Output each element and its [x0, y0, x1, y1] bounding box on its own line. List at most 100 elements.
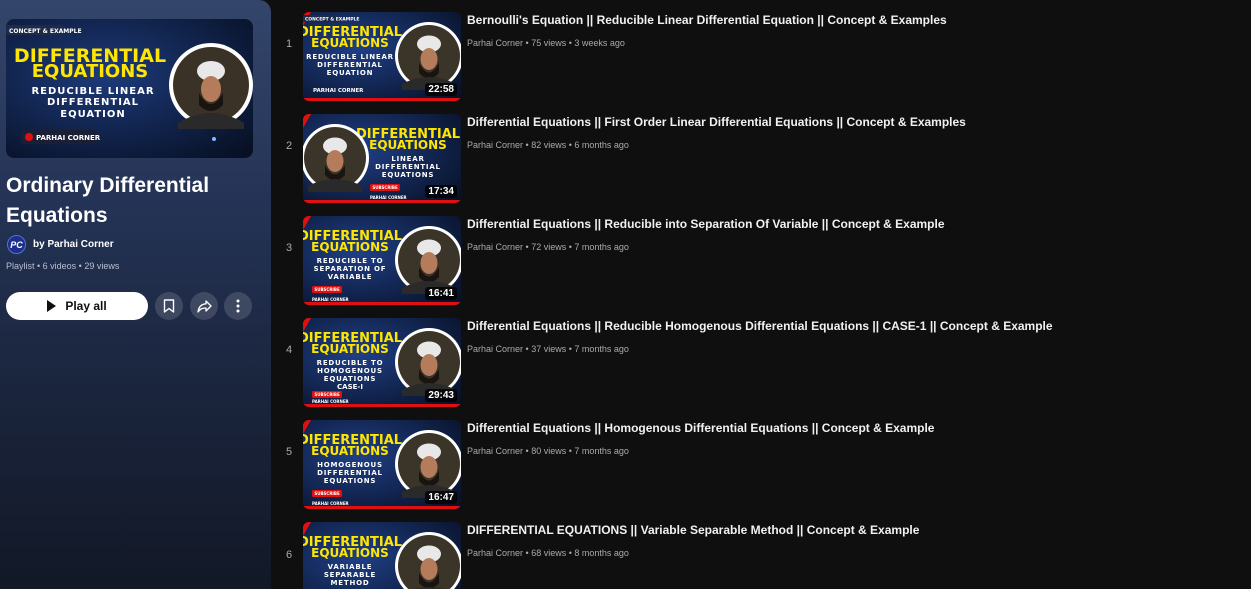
thumb-sub1: HOMOGENOUS: [317, 461, 383, 469]
video-channel[interactable]: Parhai Corner: [467, 446, 523, 456]
video-meta: Parhai Corner • 72 views • 7 months ago: [467, 242, 629, 252]
thumb-subscribe: SUBSCRIBE: [372, 185, 398, 190]
thumb-sub3: EQUATIONS: [324, 477, 377, 485]
playlist-header-panel: CONCEPT & EXAMPLE DIFFERENTIAL EQUATIONS…: [0, 0, 271, 589]
video-thumbnail[interactable]: DIFFERENTIAL EQUATIONS VARIABLE SEPARABL…: [303, 522, 461, 589]
playlist-title: Ordinary Differential Equations: [6, 174, 210, 227]
playlist-meta: Playlist • 6 videos • 29 views: [6, 261, 120, 271]
video-duration: 16:47: [425, 491, 457, 504]
thumb-sub1: REDUCIBLE LINEAR: [306, 53, 394, 61]
video-title[interactable]: Bernoulli's Equation || Reducible Linear…: [467, 13, 947, 27]
thumb-line2: EQUATIONS: [311, 444, 389, 458]
video-channel[interactable]: Parhai Corner: [467, 38, 523, 48]
watch-progress-bar: [303, 302, 461, 305]
watch-progress-bar: [303, 404, 461, 407]
video-stats: 72 views • 7 months ago: [531, 242, 629, 252]
video-duration: 22:58: [425, 83, 457, 96]
video-channel[interactable]: Parhai Corner: [467, 140, 523, 150]
playlist-video-row[interactable]: 5 DIFFERENTIAL EQUATIONS HOMOGENOUS DIFF…: [272, 420, 1232, 514]
video-title[interactable]: DIFFERENTIAL EQUATIONS || Variable Separ…: [467, 523, 919, 537]
thumb-sub2: HOMOGENOUS: [317, 367, 383, 375]
thumb-sub3: VARIABLE: [328, 273, 373, 281]
thumb-sub1: LINEAR: [391, 155, 424, 163]
play-icon: [47, 300, 57, 312]
thumb-sub2: DIFFERENTIAL: [375, 163, 441, 171]
thumb-sub2: DIFFERENTIAL: [317, 469, 383, 477]
owner-name[interactable]: by Parhai Corner: [33, 239, 114, 250]
video-index: 6: [285, 549, 293, 561]
play-all-label: Play all: [65, 299, 107, 313]
watch-progress-bar: [303, 506, 461, 509]
thumb-sub2: SEPARABLE: [324, 571, 376, 579]
hero-line2: EQUATIONS: [32, 61, 149, 82]
video-index: 4: [285, 344, 293, 356]
thumbnail-art: DIFFERENTIAL EQUATIONS VARIABLE SEPARABL…: [303, 522, 461, 589]
save-playlist-icon: [163, 299, 175, 313]
more-options-icon: [236, 299, 240, 313]
playlist-video-row[interactable]: 2 DIFFERENTIAL EQUATIONS LINEAR DIFFEREN…: [272, 114, 1232, 208]
video-thumbnail[interactable]: DIFFERENTIAL EQUATIONS LINEAR DIFFERENTI…: [303, 114, 461, 203]
video-thumbnail[interactable]: CONCEPT & EXAMPLE DIFFERENTIAL EQUATIONS…: [303, 12, 461, 101]
video-channel[interactable]: Parhai Corner: [467, 548, 523, 558]
playlist-hero-thumbnail[interactable]: CONCEPT & EXAMPLE DIFFERENTIAL EQUATIONS…: [6, 19, 253, 158]
thumb-sub3: METHOD: [331, 579, 370, 587]
thumb-subscribe: SUBSCRIBE: [314, 287, 340, 292]
thumb-subscribe: SUBSCRIBE: [314, 491, 340, 496]
video-stats: 68 views • 8 months ago: [531, 548, 629, 558]
video-title[interactable]: Differential Equations || Reducible Homo…: [467, 319, 1053, 333]
video-title[interactable]: Differential Equations || First Order Li…: [467, 115, 966, 129]
hero-brand: PARHAI CORNER: [36, 134, 101, 142]
thumb-sub1: REDUCIBLE TO: [317, 257, 384, 265]
share-button[interactable]: [190, 292, 218, 320]
save-playlist-button[interactable]: [155, 292, 183, 320]
thumb-sub2: SEPARATION OF: [314, 265, 387, 273]
thumb-line2: EQUATIONS: [311, 342, 389, 356]
playlist-video-row[interactable]: 3 DIFFERENTIAL EQUATIONS REDUCIBLE TO SE…: [272, 216, 1232, 310]
more-options-button[interactable]: [224, 292, 252, 320]
thumb-brand: PARHAI CORNER: [313, 88, 364, 94]
thumb-sub3: EQUATIONS: [324, 375, 377, 383]
hero-thumbnail-art: CONCEPT & EXAMPLE DIFFERENTIAL EQUATIONS…: [6, 19, 253, 158]
playlist-video-row[interactable]: 6 DIFFERENTIAL EQUATIONS VARIABLE SEPARA…: [272, 522, 1232, 589]
video-meta: Parhai Corner • 75 views • 3 weeks ago: [467, 38, 625, 48]
video-meta: Parhai Corner • 68 views • 8 months ago: [467, 548, 629, 558]
hero-sub3: EQUATION: [60, 109, 126, 120]
thumb-line2: EQUATIONS: [311, 240, 389, 254]
video-thumbnail[interactable]: DIFFERENTIAL EQUATIONS REDUCIBLE TO HOMO…: [303, 318, 461, 407]
video-stats: 80 views • 7 months ago: [531, 446, 629, 456]
channel-avatar[interactable]: PC: [7, 235, 26, 254]
playlist-video-row[interactable]: 1 CONCEPT & EXAMPLE DIFFERENTIAL EQUATIO…: [272, 12, 1232, 106]
video-duration: 17:34: [425, 185, 457, 198]
thumb-sub1: REDUCIBLE TO: [317, 359, 384, 367]
video-channel[interactable]: Parhai Corner: [467, 344, 523, 354]
thumb-line2: EQUATIONS: [369, 138, 447, 152]
playlist-owner[interactable]: PC by Parhai Corner: [7, 235, 114, 254]
thumb-sub3: EQUATIONS: [382, 171, 435, 179]
video-stats: 37 views • 7 months ago: [531, 344, 629, 354]
video-index: 1: [285, 38, 293, 50]
video-channel[interactable]: Parhai Corner: [467, 242, 523, 252]
thumb-line2: EQUATIONS: [311, 546, 389, 560]
watch-progress-bar: [303, 98, 461, 101]
thumb-sub3: EQUATION: [327, 69, 374, 77]
thumb-subscribe: SUBSCRIBE: [314, 392, 340, 397]
video-meta: Parhai Corner • 80 views • 7 months ago: [467, 446, 629, 456]
video-thumbnail[interactable]: DIFFERENTIAL EQUATIONS REDUCIBLE TO SEPA…: [303, 216, 461, 305]
video-duration: 29:43: [425, 389, 457, 402]
thumb-tag: CONCEPT & EXAMPLE: [305, 17, 359, 23]
video-stats: 82 views • 6 months ago: [531, 140, 629, 150]
video-duration: 16:41: [425, 287, 457, 300]
video-stats: 75 views • 3 weeks ago: [531, 38, 625, 48]
video-title[interactable]: Differential Equations || Homogenous Dif…: [467, 421, 934, 435]
video-index: 5: [285, 446, 293, 458]
video-index: 3: [285, 242, 293, 254]
hero-tag: CONCEPT & EXAMPLE: [9, 28, 82, 35]
watch-progress-bar: [303, 200, 461, 203]
video-index: 2: [285, 140, 293, 152]
hero-sub2: DIFFERENTIAL: [47, 97, 139, 108]
video-thumbnail[interactable]: DIFFERENTIAL EQUATIONS HOMOGENOUS DIFFER…: [303, 420, 461, 509]
play-all-button[interactable]: Play all: [6, 292, 148, 320]
thumb-sub1: VARIABLE: [328, 563, 373, 571]
playlist-video-row[interactable]: 4 DIFFERENTIAL EQUATIONS REDUCIBLE TO HO…: [272, 318, 1232, 412]
video-title[interactable]: Differential Equations || Reducible into…: [467, 217, 945, 231]
